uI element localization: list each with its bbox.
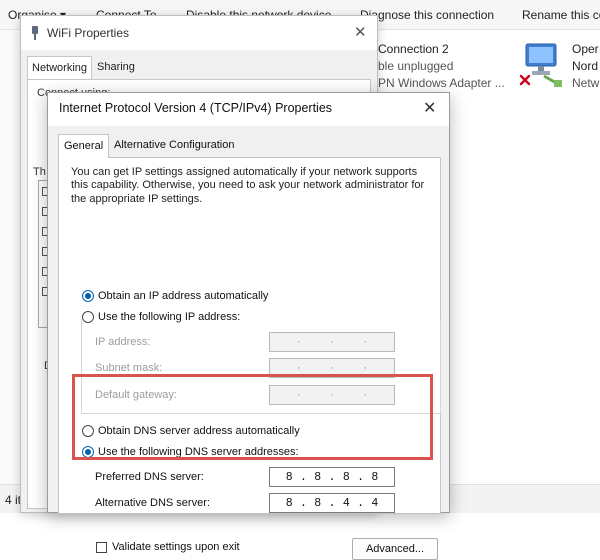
- alternative-dns-field[interactable]: 8. 8. 4. 4: [269, 493, 395, 513]
- advanced-button[interactable]: Advanced...: [352, 538, 438, 560]
- this-connection-label: Th: [33, 166, 46, 178]
- diagnose-connection-button[interactable]: Diagnose this connection: [360, 8, 494, 22]
- alternative-dns-label: Alternative DNS server:: [95, 497, 210, 509]
- rename-connection-button[interactable]: Rename this co: [522, 8, 600, 22]
- radio-indicator: [82, 290, 94, 302]
- tab-sharing[interactable]: Sharing: [93, 56, 139, 73]
- adapter-status: Nord: [572, 59, 599, 73]
- dialog-title: Internet Protocol Version 4 (TCP/IPv4) P…: [59, 101, 333, 115]
- adapter-name: Oper: [572, 42, 599, 56]
- tab-networking[interactable]: Networking: [27, 56, 93, 80]
- close-icon[interactable]: ✕: [354, 23, 367, 41]
- checkbox-indicator: [96, 541, 107, 553]
- adapter-device: PN Windows Adapter ...: [378, 76, 505, 90]
- ip-address-label: IP address:: [95, 336, 151, 348]
- preferred-dns-label: Preferred DNS server:: [95, 471, 204, 483]
- tab-general[interactable]: General: [58, 134, 110, 158]
- navigation-edge: [0, 30, 20, 484]
- radio-label: Obtain an IP address automatically: [98, 290, 269, 302]
- validate-settings-checkbox[interactable]: Validate settings upon exit: [96, 540, 240, 554]
- tab-alternative-configuration[interactable]: Alternative Configuration: [109, 134, 239, 157]
- wifi-titlebar: WiFi Properties ✕: [21, 16, 377, 50]
- adapter-device: Netw: [572, 76, 600, 90]
- ipv4-titlebar: Internet Protocol Version 4 (TCP/IPv4) P…: [48, 93, 449, 126]
- general-panel: You can get IP settings assigned automat…: [58, 157, 441, 560]
- ip-address-field[interactable]: · · ·: [269, 332, 395, 352]
- dns-highlight-annotation: [72, 374, 433, 460]
- network-plug-icon: [32, 26, 38, 40]
- adapter-status: ble unplugged: [378, 59, 454, 73]
- intro-text: You can get IP settings assigned automat…: [71, 166, 425, 205]
- disconnected-x-icon: [519, 74, 531, 86]
- wifi-dialog-title: WiFi Properties: [47, 26, 130, 40]
- close-icon[interactable]: ✕: [423, 98, 436, 118]
- subnet-mask-label: Subnet mask:: [95, 362, 163, 374]
- obtain-ip-automatically-radio[interactable]: Obtain an IP address automatically: [82, 288, 268, 304]
- preferred-dns-field[interactable]: 8. 8. 8. 8: [269, 467, 395, 487]
- checkbox-label: Validate settings upon exit: [112, 541, 240, 553]
- adapter-name: Connection 2: [378, 42, 449, 56]
